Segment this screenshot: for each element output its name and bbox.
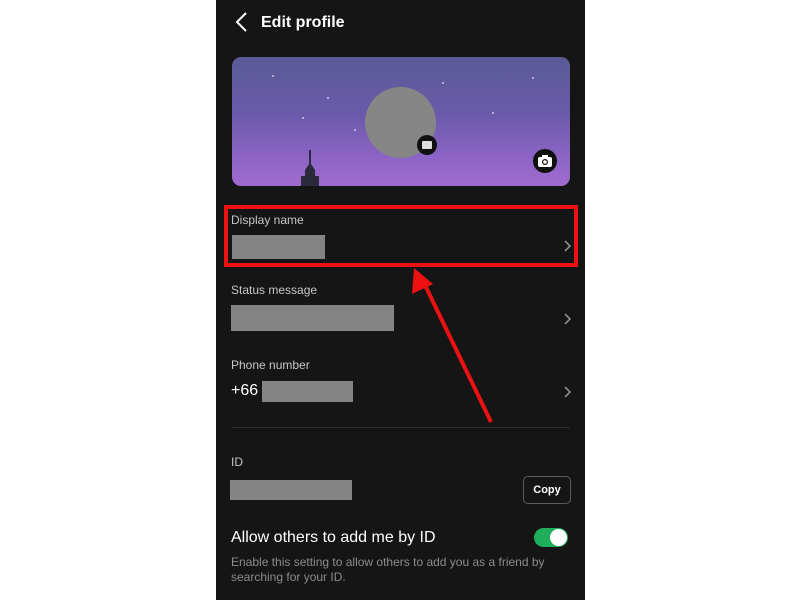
display-name-value-redacted — [232, 235, 325, 259]
star — [327, 97, 329, 99]
star — [492, 112, 494, 114]
phone-number-label: Phone number — [231, 358, 310, 372]
toggle-knob — [550, 529, 567, 546]
building-silhouette — [301, 150, 319, 186]
display-name-field[interactable]: Display name — [216, 213, 585, 263]
edit-icon[interactable] — [417, 135, 437, 155]
star — [272, 75, 274, 77]
chevron-right-icon — [564, 313, 571, 325]
page-title: Edit profile — [261, 14, 345, 31]
chevron-right-icon — [564, 240, 571, 252]
id-value-redacted — [230, 480, 352, 500]
phone-number-field[interactable]: Phone number +66 — [216, 358, 585, 406]
chevron-left-icon[interactable] — [234, 11, 250, 33]
allow-id-setting-description: Enable this setting to allow others to a… — [231, 555, 545, 584]
divider — [231, 427, 570, 428]
copy-id-button[interactable]: Copy — [523, 476, 571, 504]
star — [354, 129, 356, 131]
id-label: ID — [231, 455, 243, 469]
camera-icon[interactable] — [533, 149, 557, 173]
status-message-label: Status message — [231, 283, 318, 297]
allow-id-toggle[interactable] — [534, 528, 568, 547]
phone-prefix: +66 — [231, 382, 259, 399]
phone-screen: Edit profile Display name Status message… — [216, 0, 585, 600]
status-message-field[interactable]: Status message — [216, 283, 585, 333]
star — [532, 77, 534, 79]
allow-id-setting-title: Allow others to add me by ID — [231, 529, 436, 546]
cover-photo[interactable] — [232, 57, 570, 186]
phone-number-value-redacted — [262, 381, 353, 402]
status-message-value-redacted — [231, 305, 394, 331]
header: Edit profile — [216, 0, 585, 46]
chevron-right-icon — [564, 386, 571, 398]
display-name-label: Display name — [231, 213, 304, 227]
star — [302, 117, 304, 119]
star — [442, 82, 444, 84]
